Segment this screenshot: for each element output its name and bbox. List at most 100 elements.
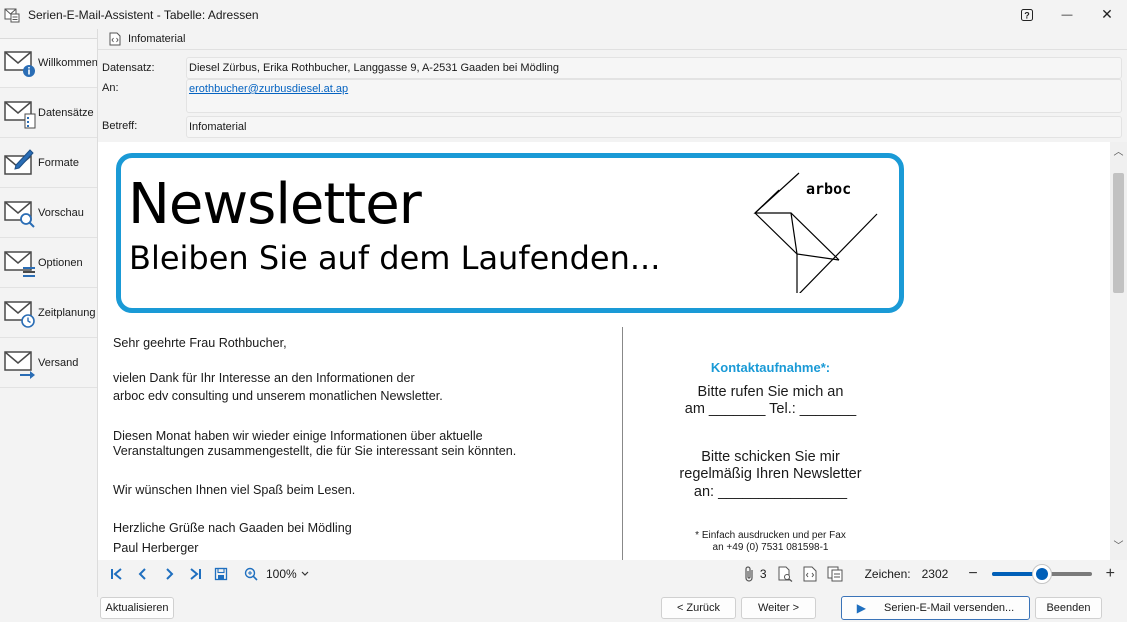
record-row: Datensatz: Diesel Zürbus, Erika Rothbuch… bbox=[98, 57, 1127, 79]
to-field[interactable]: erothbucher@zurbusdiesel.at.ap bbox=[186, 79, 1122, 113]
contact-line: an: ________________ bbox=[693, 484, 848, 500]
next-record-button[interactable] bbox=[156, 562, 182, 586]
sidebar-item-label: Vorschau bbox=[38, 206, 84, 219]
paperclip-icon[interactable] bbox=[743, 566, 757, 582]
sidebar-item-optionen[interactable]: Optionen bbox=[0, 238, 97, 288]
save-icon bbox=[214, 567, 228, 581]
zoom-level[interactable]: 100% bbox=[266, 567, 297, 581]
contact-line: am _______ Tel.: _______ bbox=[684, 401, 857, 417]
zoom-button[interactable] bbox=[238, 562, 264, 586]
scroll-down-icon[interactable]: ﹀ bbox=[1113, 542, 1124, 552]
html-document-icon bbox=[109, 32, 121, 46]
preview-scrollbar[interactable]: ︿ ﹀ bbox=[1110, 142, 1127, 560]
next-button[interactable]: Weiter > bbox=[741, 597, 816, 619]
send-mailing-button[interactable]: ▶ Serien-E-Mail versenden... bbox=[841, 596, 1030, 620]
page-search-icon[interactable] bbox=[777, 566, 793, 582]
scrollbar-thumb[interactable] bbox=[1113, 173, 1124, 293]
close-button[interactable]: ✕ bbox=[1087, 0, 1127, 29]
record-field: Diesel Zürbus, Erika Rothbucher, Langgas… bbox=[186, 57, 1122, 79]
scroll-up-icon[interactable]: ︿ bbox=[1113, 148, 1124, 158]
chars-label: Zeichen: bbox=[864, 567, 911, 581]
copy-document-icon[interactable] bbox=[827, 566, 843, 582]
envelope-clock-icon bbox=[4, 300, 35, 328]
email-preview[interactable]: Newsletter Bleiben Sie auf dem Laufenden… bbox=[98, 142, 1127, 560]
last-record-icon bbox=[190, 568, 201, 580]
contact-heading: Kontaktaufnahme*: bbox=[710, 360, 831, 375]
banner-title: Newsletter bbox=[128, 172, 422, 237]
sidebar-item-label: Datensätze bbox=[38, 106, 94, 119]
send-mailing-label: Serien-E-Mail versenden... bbox=[884, 602, 1015, 614]
sidebar-item-vorschau[interactable]: Vorschau bbox=[0, 188, 97, 238]
previous-record-button[interactable] bbox=[130, 562, 156, 586]
save-button[interactable] bbox=[208, 562, 234, 586]
sidebar-item-datensaetze[interactable]: Datensätze bbox=[0, 88, 97, 138]
back-button[interactable]: < Zurück bbox=[661, 597, 736, 619]
subject-label: Betreff: bbox=[102, 120, 138, 132]
title-bar: Serien-E-Mail-Assistent - Tabelle: Adres… bbox=[0, 0, 1127, 29]
zoom-icon bbox=[244, 567, 258, 581]
last-record-button[interactable] bbox=[182, 562, 208, 586]
help-icon: ? bbox=[1021, 8, 1033, 21]
column-divider bbox=[622, 327, 623, 560]
envelope-info-icon bbox=[4, 51, 35, 77]
chevron-left-icon bbox=[138, 568, 146, 580]
html-source-icon[interactable] bbox=[803, 566, 817, 582]
logo-text: arboc bbox=[806, 180, 852, 198]
zoom-slider[interactable] bbox=[991, 564, 1092, 584]
first-record-button[interactable] bbox=[104, 562, 130, 586]
main-panel: Infomaterial Datensatz: Diesel Zürbus, E… bbox=[98, 29, 1127, 622]
paragraph-line: vielen Dank für Ihr Interesse an den Inf… bbox=[113, 371, 415, 385]
sidebar-item-label: Optionen bbox=[38, 256, 83, 269]
wizard-sidebar: Willkommen Datensätze Formate Vorschau O… bbox=[0, 38, 98, 622]
newsletter-banner: Newsletter Bleiben Sie auf dem Laufenden… bbox=[116, 153, 904, 313]
closing: Herzliche Grüße nach Gaaden bei Mödling bbox=[113, 521, 352, 535]
finish-button[interactable]: Beenden bbox=[1035, 597, 1102, 619]
banner-subtitle: Bleiben Sie auf dem Laufenden... bbox=[129, 239, 661, 277]
sidebar-item-versand[interactable]: Versand bbox=[0, 338, 97, 388]
zoom-slider-thumb[interactable] bbox=[1031, 564, 1052, 584]
contact-note: an +49 (0) 7531 081598-1 bbox=[712, 542, 829, 553]
sidebar-item-formate[interactable]: Formate bbox=[0, 138, 97, 188]
attachments-count: 3 bbox=[759, 567, 767, 581]
svg-text:?: ? bbox=[1024, 10, 1030, 20]
envelope-send-icon bbox=[4, 350, 35, 379]
contact-note: * Einfach ausdrucken und per Fax bbox=[695, 530, 846, 541]
salutation: Sehr geehrte Frau Rothbucher, bbox=[113, 336, 287, 350]
minimize-button[interactable]: — bbox=[1047, 0, 1087, 29]
zoom-in-icon[interactable]: + bbox=[1106, 565, 1115, 583]
contact-line: Bitte rufen Sie mich an bbox=[697, 384, 844, 400]
toolbar-right-group: 3 Zeichen: 2302 − + bbox=[743, 560, 1115, 588]
to-row: An: erothbucher@zurbusdiesel.at.ap bbox=[98, 79, 1127, 113]
help-button[interactable]: ? bbox=[1007, 0, 1047, 29]
sidebar-item-label: Formate bbox=[38, 156, 79, 169]
envelope-records-icon bbox=[4, 100, 36, 128]
app-icon bbox=[4, 8, 20, 22]
sidebar-item-label: Willkommen bbox=[38, 57, 98, 69]
sidebar-item-willkommen[interactable]: Willkommen bbox=[0, 38, 98, 88]
chars-value: 2302 bbox=[921, 567, 949, 581]
window-controls: ? — ✕ bbox=[1007, 0, 1127, 29]
paragraph-line: arboc edv consulting und unserem monatli… bbox=[113, 389, 443, 403]
envelope-options-icon bbox=[4, 250, 35, 277]
chevron-right-icon bbox=[166, 568, 174, 580]
first-record-icon bbox=[111, 568, 122, 580]
subject-field[interactable]: Infomaterial bbox=[186, 116, 1122, 138]
sidebar-item-zeitplanung[interactable]: Zeitplanung bbox=[0, 288, 97, 338]
sidebar-item-label: Versand bbox=[38, 356, 79, 369]
tab-infomaterial[interactable]: Infomaterial bbox=[128, 33, 185, 45]
envelope-search-icon bbox=[4, 200, 35, 228]
zoom-out-icon[interactable]: − bbox=[968, 565, 977, 583]
to-label: An: bbox=[102, 82, 119, 94]
chevron-down-icon[interactable] bbox=[301, 571, 309, 577]
paragraph-line: Wir wünschen Ihnen viel Spaß beim Lesen. bbox=[113, 483, 356, 497]
envelope-edit-icon bbox=[4, 148, 34, 175]
sidebar-item-label: Zeitplanung bbox=[38, 306, 96, 319]
contact-line: regelmäßig Ihren Newsletter bbox=[679, 466, 862, 482]
document-tab-strip: Infomaterial bbox=[98, 29, 1127, 50]
preview-toolbar: 100% 3 Zeichen: 2302 − + bbox=[98, 560, 1127, 588]
refresh-button[interactable]: Aktualisieren bbox=[100, 597, 174, 619]
play-icon: ▶ bbox=[856, 601, 866, 615]
subject-row: Betreff: Infomaterial bbox=[98, 116, 1127, 138]
contact-line: Bitte schicken Sie mir bbox=[701, 449, 840, 465]
window-title: Serien-E-Mail-Assistent - Tabelle: Adres… bbox=[28, 7, 259, 22]
